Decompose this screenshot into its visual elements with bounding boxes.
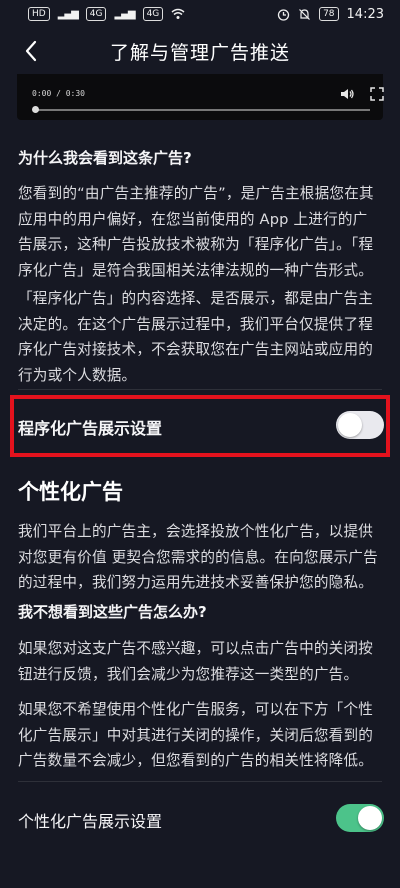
paragraph-programmatic-intro: 您看到的“由广告主推荐的广告”，是广告主根据您在其应用中的用户偏好，在您当前使用… <box>18 185 374 279</box>
video-progress-handle[interactable] <box>32 106 39 113</box>
programmatic-ad-toggle[interactable] <box>336 411 384 439</box>
status-time: 14:23 <box>346 6 384 22</box>
status-bar: HD ▂▄▆ 4G ▂▄▆ 4G 78 14:23 <box>0 0 400 28</box>
divider <box>18 781 382 782</box>
network-badge-1: 4G <box>85 7 107 21</box>
network-badge-2: 4G <box>142 7 164 21</box>
top-nav-bar: 了解与管理广告推送 <box>0 28 400 74</box>
video-time: 0:00 / 0:30 <box>32 89 85 98</box>
toggle-knob <box>338 413 362 437</box>
paragraph-programmatic-detail: 「程序化广告」的内容选择、是否展示，都是由广告主决定的。在这个广告展示过程中，我… <box>18 290 374 384</box>
mute-bell-icon <box>299 8 311 20</box>
paragraph-personalized-intro: 我们平台上的广告主，会选择投放个性化广告，以提供对您更有价值 更契合您需求的的信… <box>18 523 378 591</box>
paragraph-close-feedback: 如果您对这支广告不感兴趣，可以点击广告中的关闭按钮进行反馈，我们会减少为您推荐这… <box>18 640 374 683</box>
chevron-left-icon <box>25 40 37 62</box>
status-left: HD ▂▄▆ 4G ▂▄▆ 4G <box>28 7 185 21</box>
alarm-icon <box>277 8 290 21</box>
signal-icon: ▂▄▆ <box>57 8 79 20</box>
wifi-icon <box>171 8 185 19</box>
personalized-setting-label: 个性化广告展示设置 <box>18 812 163 831</box>
toggle-knob <box>358 806 382 830</box>
status-right: 78 14:23 <box>277 7 384 22</box>
video-progress-track[interactable] <box>34 109 370 111</box>
battery-indicator: 78 <box>319 7 339 21</box>
fullscreen-icon[interactable] <box>369 86 385 102</box>
ad-video-player[interactable]: 0:00 / 0:30 <box>17 74 385 120</box>
divider <box>18 389 382 390</box>
back-button[interactable] <box>14 34 48 68</box>
signal-icon-2: ▂▄▆ <box>114 8 135 20</box>
page-title: 了解与管理广告推送 <box>109 41 290 64</box>
question-why-ad: 为什么我会看到这条广告? <box>18 149 192 167</box>
paragraph-disable-personalized: 如果您不希望使用个性化广告服务，可以在下方「个性化广告展示」中对其进行关闭的操作… <box>18 701 374 769</box>
personalized-ad-toggle[interactable] <box>336 804 384 832</box>
question-dont-want-ads: 我不想看到这些广告怎么办? <box>18 603 207 621</box>
volume-icon[interactable] <box>339 86 355 102</box>
programmatic-setting-label: 程序化广告展示设置 <box>18 419 163 438</box>
hd-badge: HD <box>28 7 50 21</box>
section-title-personalized: 个性化广告 <box>18 480 123 504</box>
